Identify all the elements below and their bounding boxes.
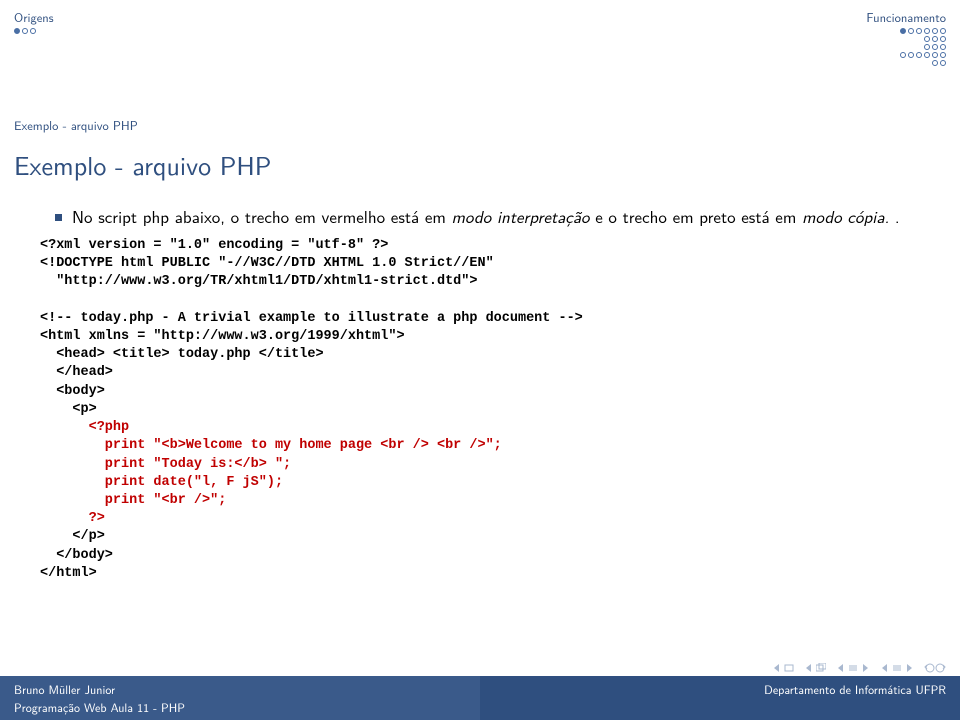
triangle-left-icon xyxy=(772,663,782,673)
loop-icon xyxy=(924,662,946,674)
bullet-item: No script php abaixo, o trecho em vermel… xyxy=(55,206,930,229)
triangle-left-icon xyxy=(836,663,846,673)
beamer-nav-bar[interactable] xyxy=(772,662,946,674)
section-left: Origens xyxy=(14,8,54,68)
lines-icon xyxy=(892,663,902,673)
nav-fwd-section[interactable] xyxy=(880,663,914,673)
nav-back-section[interactable] xyxy=(836,663,870,673)
header: Origens Funcionamento xyxy=(0,0,960,68)
frames-icon xyxy=(816,663,826,673)
section-right-label: Funcionamento xyxy=(866,8,946,26)
content: No script php abaixo, o trecho em vermel… xyxy=(0,184,960,229)
footer-right: Departamento de Informática UFPR xyxy=(480,676,960,720)
footer-left: Bruno Müller Junior Programação Web Aula… xyxy=(0,676,480,720)
frame-title: Exemplo - arquivo PHP xyxy=(0,134,960,184)
nav-back-frame[interactable] xyxy=(804,663,826,673)
code-block: <?xml version = "1.0" encoding = "utf-8"… xyxy=(0,229,960,583)
nav-back-slide[interactable] xyxy=(772,663,794,673)
rect-icon xyxy=(784,663,794,673)
progress-dots-left xyxy=(14,28,54,36)
nav-circles[interactable] xyxy=(924,662,946,674)
section-left-label: Origens xyxy=(14,8,54,26)
progress-dots-right xyxy=(866,28,946,68)
triangle-left-icon xyxy=(880,663,890,673)
section-right: Funcionamento xyxy=(866,8,946,68)
institute-label: Departamento de Informática UFPR xyxy=(764,680,946,698)
triangle-left-icon xyxy=(804,663,814,673)
talk-label: Programação Web Aula 11 - PHP xyxy=(14,698,466,716)
footer: Bruno Müller Junior Programação Web Aula… xyxy=(0,676,960,720)
bullet-text: No script php abaixo, o trecho em vermel… xyxy=(72,206,900,229)
lines-icon xyxy=(848,663,858,673)
author-label: Bruno Müller Junior xyxy=(14,680,466,698)
bullet-marker-icon xyxy=(55,214,62,221)
subsection-label: Exemplo - arquivo PHP xyxy=(0,68,960,134)
triangle-right-icon xyxy=(860,663,870,673)
triangle-right-icon xyxy=(904,663,914,673)
